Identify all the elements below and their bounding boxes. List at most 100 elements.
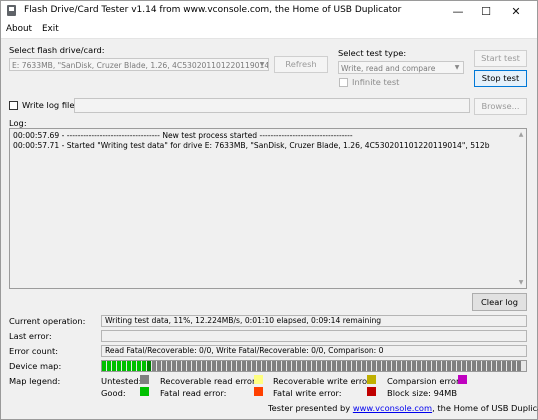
device-map-cell — [307, 361, 311, 371]
device-map-cell — [392, 361, 396, 371]
drive-select[interactable]: E: 7633MB, "SanDisk, Cruzer Blade, 1.26,… — [9, 58, 269, 71]
device-map-cell — [382, 361, 386, 371]
stop-test-button[interactable]: Stop test — [474, 70, 527, 87]
drive-select-value: E: 7633MB, "SanDisk, Cruzer Blade, 1.26,… — [12, 61, 269, 70]
device-map-cell — [102, 361, 106, 371]
write-log-checkbox[interactable] — [9, 101, 18, 110]
legend-good-swatch — [140, 387, 149, 396]
log-area[interactable]: 00:00:57.69 - --------------------------… — [9, 128, 527, 289]
test-type-select[interactable]: Write, read and compare ▼ — [338, 61, 464, 74]
log-label: Log: — [9, 118, 27, 128]
device-map-cell — [282, 361, 286, 371]
device-map-cell — [347, 361, 351, 371]
infinite-test-label: Infinite test — [352, 77, 400, 87]
device-map-cell — [132, 361, 136, 371]
device-map-cell — [507, 361, 511, 371]
device-map-cell — [217, 361, 221, 371]
legend-fatal-write-swatch — [367, 387, 376, 396]
device-map-cell — [402, 361, 406, 371]
write-log-label: Write log file — [22, 100, 75, 110]
device-map-cell — [487, 361, 491, 371]
test-type-value: Write, read and compare — [341, 64, 436, 73]
device-map-cell — [167, 361, 171, 371]
test-type-label: Select test type: — [338, 48, 407, 58]
clear-log-button[interactable]: Clear log — [472, 293, 527, 311]
current-operation-field: Writing test data, 11%, 12.224MB/s, 0:01… — [101, 315, 527, 327]
chevron-down-icon: ▼ — [454, 64, 460, 71]
device-map-cell — [107, 361, 111, 371]
device-map-cell — [152, 361, 156, 371]
device-map-cell — [302, 361, 306, 371]
start-test-button[interactable]: Start test — [474, 50, 527, 67]
device-map-cell — [502, 361, 506, 371]
device-map-cell — [482, 361, 486, 371]
legend-comparison-label: Comparsion error: — [387, 376, 463, 386]
scroll-up-icon[interactable]: ▲ — [517, 131, 525, 138]
maximize-button[interactable]: ☐ — [470, 0, 502, 22]
device-map-cell — [357, 361, 361, 371]
footer-text: Tester presented by www.vconsole.com, th… — [268, 403, 538, 413]
device-map-cell — [232, 361, 236, 371]
device-map-cell — [442, 361, 446, 371]
current-operation-label: Current operation: — [9, 316, 86, 326]
device-map-cell — [367, 361, 371, 371]
device-map-cell — [137, 361, 141, 371]
device-map-cell — [212, 361, 216, 371]
last-error-field — [101, 330, 527, 342]
legend-fatal-read-label: Fatal read error: — [160, 388, 227, 398]
device-map-cell — [317, 361, 321, 371]
device-map-cell — [337, 361, 341, 371]
legend-untested-label: Untested: — [101, 376, 142, 386]
device-map-cell — [187, 361, 191, 371]
device-map-cell — [447, 361, 451, 371]
browse-button[interactable]: Browse... — [474, 98, 527, 115]
device-map-cell — [472, 361, 476, 371]
device-map-cell — [467, 361, 471, 371]
scroll-down-icon[interactable]: ▼ — [517, 279, 525, 286]
vconsole-link[interactable]: www.vconsole.com — [353, 403, 432, 413]
drive-select-label: Select flash drive/card: — [9, 45, 105, 55]
device-map-cell — [397, 361, 401, 371]
legend-rec-read-swatch — [254, 375, 263, 384]
device-map-cell — [417, 361, 421, 371]
device-map-cell — [497, 361, 501, 371]
device-map-cell — [462, 361, 466, 371]
device-map-cell — [322, 361, 326, 371]
device-map-cell — [342, 361, 346, 371]
device-map-cell — [352, 361, 356, 371]
device-map-cell — [332, 361, 336, 371]
legend-rec-write-swatch — [367, 375, 376, 384]
log-file-path-input[interactable] — [74, 98, 470, 113]
device-map-cell — [222, 361, 226, 371]
device-map-cell — [427, 361, 431, 371]
device-map-cell — [407, 361, 411, 371]
device-map-cell — [147, 361, 151, 371]
device-map-cell — [412, 361, 416, 371]
menu-bar — [1, 23, 537, 39]
legend-rec-read-label: Recoverable read error: — [160, 376, 259, 386]
device-map-cell — [387, 361, 391, 371]
device-map-cell — [122, 361, 126, 371]
device-map-cell — [252, 361, 256, 371]
device-map-cell — [272, 361, 276, 371]
device-map-cell — [277, 361, 281, 371]
device-map-cell — [157, 361, 161, 371]
legend-fatal-read-swatch — [254, 387, 263, 396]
infinite-test-checkbox[interactable] — [339, 78, 348, 87]
device-map-cell — [242, 361, 246, 371]
legend-fatal-write-label: Fatal write error: — [273, 388, 342, 398]
device-map-cell — [262, 361, 266, 371]
legend-untested-swatch — [140, 375, 149, 384]
close-button[interactable]: ✕ — [500, 0, 532, 22]
device-map-cell — [477, 361, 481, 371]
last-error-label: Last error: — [9, 331, 52, 341]
log-scrollbar[interactable]: ▲ ▼ — [516, 129, 526, 288]
device-map-cell — [172, 361, 176, 371]
menu-exit[interactable]: Exit — [42, 24, 59, 34]
menu-about[interactable]: About — [6, 24, 32, 34]
device-map-cell — [227, 361, 231, 371]
device-map-cell — [312, 361, 316, 371]
legend-good-label: Good: — [101, 388, 126, 398]
refresh-button[interactable]: Refresh — [274, 56, 328, 73]
device-map-cell — [237, 361, 241, 371]
